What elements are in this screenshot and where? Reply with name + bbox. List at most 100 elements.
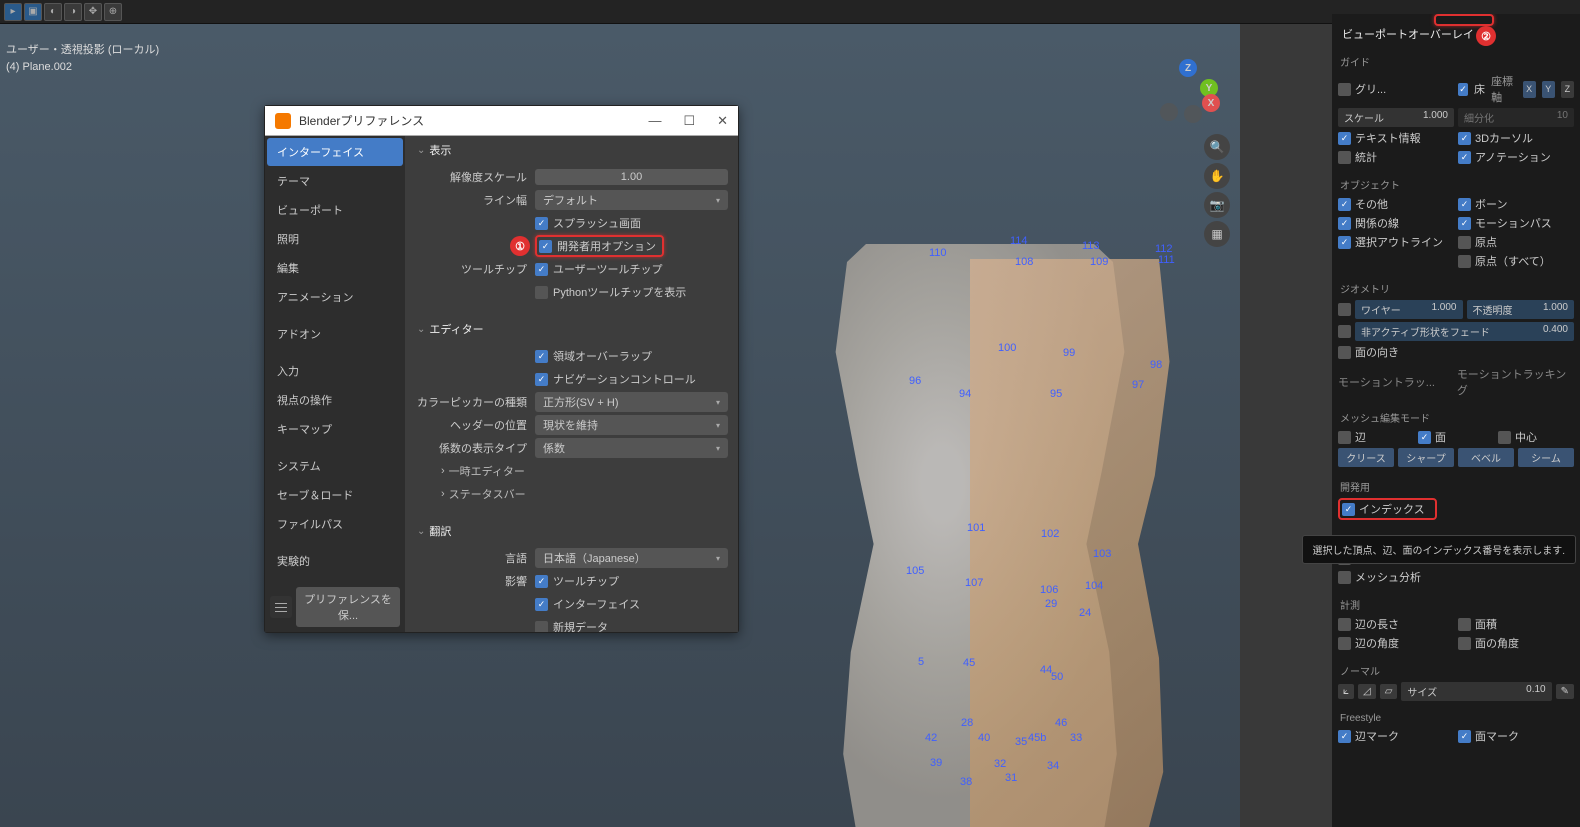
stats-checkbox[interactable] xyxy=(1338,151,1351,164)
header-pos-label: ヘッダーの位置 xyxy=(415,417,535,433)
maximize-button[interactable]: ☐ xyxy=(683,113,695,129)
sharp-button[interactable]: シャープ xyxy=(1398,448,1454,467)
axis-y-button[interactable]: Y xyxy=(1542,81,1555,98)
normal-size-field[interactable]: サイズ0.10 xyxy=(1401,682,1551,701)
guide-section-label: ガイド xyxy=(1338,52,1574,73)
tool-circle-icon[interactable]: ◐ xyxy=(44,3,62,21)
callout-2-box xyxy=(1434,14,1494,26)
checkbox-on-icon xyxy=(535,217,548,230)
hamburger-icon[interactable] xyxy=(270,596,292,618)
annotation-checkbox[interactable] xyxy=(1458,151,1471,164)
tool-transform-icon[interactable]: ⊕ xyxy=(104,3,122,21)
sidebar-filepaths[interactable]: ファイルパス xyxy=(267,510,403,538)
mesh-object xyxy=(800,244,1160,827)
user-tooltips-checkbox[interactable]: ユーザーツールチップ xyxy=(535,261,663,277)
sidebar-theme[interactable]: テーマ xyxy=(267,167,403,195)
tool-box-icon[interactable]: ▣ xyxy=(24,3,42,21)
blender-logo-icon xyxy=(275,113,291,129)
temp-editor-subpanel[interactable]: 一時エディター xyxy=(449,463,525,479)
normal-loop-icon[interactable]: ◿ xyxy=(1358,684,1376,699)
line-width-label: ライン幅 xyxy=(415,192,535,208)
cursor3d-checkbox[interactable] xyxy=(1458,132,1471,145)
sidebar-addons[interactable]: アドオン xyxy=(267,320,403,348)
mesh-selected-faces xyxy=(970,259,1180,827)
wire-field[interactable]: ワイヤー1.000 xyxy=(1355,300,1463,319)
normal-section-label: ノーマル xyxy=(1338,661,1574,682)
sidebar-saveload[interactable]: セーブ＆ロード xyxy=(267,481,403,509)
checkbox-off-icon xyxy=(535,286,548,299)
text-info-checkbox[interactable] xyxy=(1338,132,1351,145)
sidebar-animation[interactable]: アニメーション xyxy=(267,283,403,311)
tool-lasso-icon[interactable]: ◑ xyxy=(64,3,82,21)
sidebar-lighting[interactable]: 照明 xyxy=(267,225,403,253)
gizmo-neg-axis[interactable] xyxy=(1160,103,1178,121)
measure-section-label: 計測 xyxy=(1338,595,1574,616)
camera-icon[interactable]: 📷 xyxy=(1204,192,1230,218)
axis-x-button[interactable]: X xyxy=(1523,81,1536,98)
trans-interface-checkbox[interactable]: インターフェイス xyxy=(535,596,640,612)
indices-tooltip: 選択した頂点、辺、面のインデックス番号を表示します. xyxy=(1302,535,1576,564)
trans-tooltips-checkbox[interactable]: ツールチップ xyxy=(535,573,619,589)
fade-field[interactable]: 非アクティブ形状をフェード0.400 xyxy=(1355,322,1574,341)
resolution-scale-label: 解像度スケール xyxy=(415,169,535,185)
window-controls: — ☐ ✕ xyxy=(648,113,728,129)
resolution-scale-field[interactable]: 1.00 xyxy=(535,169,728,185)
gizmo-x-axis[interactable]: X xyxy=(1202,94,1220,112)
sidebar-system[interactable]: システム xyxy=(267,452,403,480)
preferences-titlebar[interactable]: Blenderプリファレンス — ☐ ✕ xyxy=(265,106,738,136)
subdiv-field[interactable]: 細分化10 xyxy=(1458,108,1574,127)
panel-translation-header[interactable]: 翻訳 xyxy=(405,517,738,545)
floor-checkbox[interactable] xyxy=(1458,83,1468,96)
dev-section-label: 開発用 xyxy=(1338,477,1574,498)
crease-button[interactable]: クリース xyxy=(1338,448,1394,467)
scale-field[interactable]: スケール1.000 xyxy=(1338,108,1454,127)
save-prefs-button[interactable]: プリファレンスを保... xyxy=(296,587,400,627)
zoom-icon[interactable]: 🔍 xyxy=(1204,134,1230,160)
language-select[interactable]: 日本語（Japanese） xyxy=(535,548,728,568)
factor-select[interactable]: 係数 xyxy=(535,438,728,458)
bevel-button[interactable]: ベベル xyxy=(1458,448,1514,467)
preferences-title-text: Blenderプリファレンス xyxy=(299,112,424,129)
tool-cursor-icon[interactable]: ✥ xyxy=(84,3,102,21)
colorpicker-select[interactable]: 正方形(SV + H) xyxy=(535,392,728,412)
move-icon[interactable]: ✋ xyxy=(1204,163,1230,189)
viewport-overlays-panel: ② ビューポートオーバーレイ ガイド グリ... 床 座標軸 X Y Z スケー… xyxy=(1332,14,1580,827)
opacity-field[interactable]: 不透明度1.000 xyxy=(1467,300,1575,319)
sidebar-experimental[interactable]: 実験的 xyxy=(267,547,403,575)
minimize-button[interactable]: — xyxy=(648,113,661,129)
sidebar-viewport[interactable]: ビューポート xyxy=(267,196,403,224)
sidebar-edit[interactable]: 編集 xyxy=(267,254,403,282)
sidebar-navigation[interactable]: 視点の操作 xyxy=(267,386,403,414)
normal-vert-icon[interactable]: ⟀ xyxy=(1338,684,1354,699)
gizmo-z-axis[interactable]: Z xyxy=(1179,59,1197,77)
indices-checkbox[interactable]: インデックス xyxy=(1342,501,1425,517)
developer-extras-checkbox[interactable]: 開発者用オプション xyxy=(535,235,664,257)
preferences-content: 表示 解像度スケール 1.00 ライン幅 デフォルト スプラッシュ画面 xyxy=(405,136,738,632)
nav-controls-checkbox[interactable]: ナビゲーションコントロール xyxy=(535,371,696,387)
sidebar-interface[interactable]: インターフェイス xyxy=(267,138,403,166)
gizmo-neg-axis2[interactable] xyxy=(1184,105,1202,123)
region-overlap-checkbox[interactable]: 領域オーバーラップ xyxy=(535,348,652,364)
normal-const-icon[interactable]: ✎ xyxy=(1556,684,1574,699)
python-tooltips-checkbox[interactable]: Pythonツールチップを表示 xyxy=(535,284,686,300)
grid-checkbox[interactable] xyxy=(1338,83,1351,96)
header-pos-select[interactable]: 現状を維持 xyxy=(535,415,728,435)
preferences-window[interactable]: Blenderプリファレンス — ☐ ✕ インターフェイス テーマ ビューポート… xyxy=(264,105,739,633)
statusbar-subpanel[interactable]: ステータスバー xyxy=(449,486,526,502)
seam-button[interactable]: シーム xyxy=(1518,448,1574,467)
panel-display-header[interactable]: 表示 xyxy=(405,136,738,164)
close-button[interactable]: ✕ xyxy=(717,113,728,129)
sidebar-input[interactable]: 入力 xyxy=(267,357,403,385)
viewport-title-line1: ユーザー・透視投影 (ローカル) xyxy=(6,42,159,59)
panel-editor-header[interactable]: エディター xyxy=(405,315,738,343)
splash-screen-checkbox[interactable]: スプラッシュ画面 xyxy=(535,215,641,231)
colorpicker-label: カラーピッカーの種類 xyxy=(415,394,535,410)
trans-newdata-checkbox[interactable]: 新規データ xyxy=(535,619,608,632)
axis-z-button[interactable]: Z xyxy=(1561,81,1574,98)
sidebar-keymap[interactable]: キーマップ xyxy=(267,415,403,443)
navigation-gizmo[interactable]: Z Y X xyxy=(1156,59,1220,123)
grid-icon[interactable]: ▦ xyxy=(1204,221,1230,247)
tool-select-icon[interactable]: ▸ xyxy=(4,3,22,21)
line-width-select[interactable]: デフォルト xyxy=(535,190,728,210)
normal-face-icon[interactable]: ▱ xyxy=(1380,684,1398,699)
